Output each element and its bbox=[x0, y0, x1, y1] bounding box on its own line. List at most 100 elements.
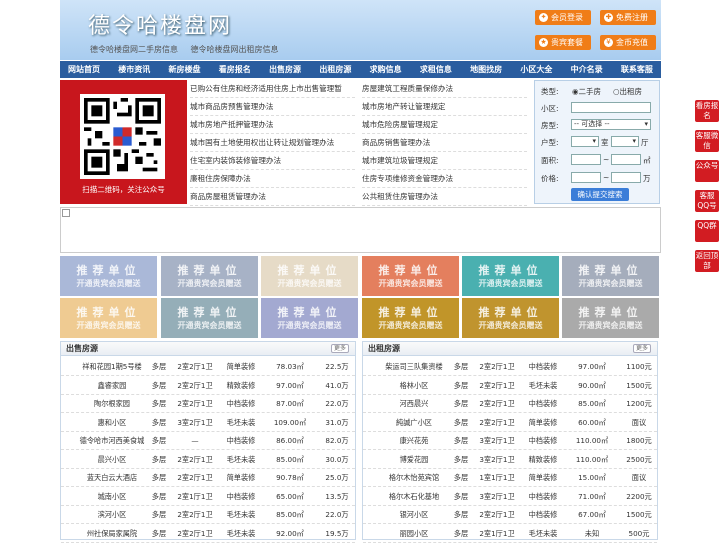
listing-row[interactable]: 康兴花苑 多层 3室2厅1卫 中档装修 110.00㎡ 1800元 bbox=[363, 432, 657, 450]
radio-rental[interactable]: ○出租房 bbox=[613, 86, 642, 97]
recommend-slot[interactable]: 推荐单位 开通贵宾会员赠送 bbox=[562, 298, 659, 338]
district-input[interactable] bbox=[571, 102, 651, 113]
listing-row[interactable]: 純誠广小区 多层 2室2厅1卫 简单装修 60.00㎡ 面议 bbox=[363, 414, 657, 432]
listing-row[interactable]: 格尔木石化基地 多层 3室2厅1卫 中档装修 71.00㎡ 2200元 bbox=[363, 488, 657, 506]
listing-floor-type: 多层 bbox=[151, 362, 167, 371]
policy-link[interactable]: 住宅室内装饰装修管理办法 bbox=[190, 152, 355, 170]
listing-row[interactable]: 博爱花园 多层 3室2厅1卫 精致装修 110.00㎡ 2500元 bbox=[363, 451, 657, 469]
listing-row[interactable]: 格尔木怡苑宾馆 多层 1室1厅1卫 简单装修 15.00㎡ 面议 bbox=[363, 469, 657, 487]
recommend-slot[interactable]: 推荐单位 开通贵宾会员赠送 bbox=[562, 256, 659, 296]
radio-secondhand[interactable]: ◉二手房 bbox=[572, 86, 601, 97]
side-qq-group[interactable]: QQ群 bbox=[695, 220, 719, 242]
listing-row[interactable]: 鑫睿家园 多层 2室2厅1卫 精致装修 97.00㎡ 41.0万 bbox=[61, 377, 355, 395]
listing-row[interactable]: 陶尔根家园 多层 2室2厅1卫 中档装修 87.00㎡ 22.0万 bbox=[61, 395, 355, 413]
policy-link[interactable]: 已购公有住房和经济适用住房上市出售管理暂 bbox=[190, 80, 355, 98]
side-qq[interactable]: 客服QQ号 bbox=[695, 190, 719, 212]
listing-floor-type: 多层 bbox=[151, 454, 167, 464]
nav-agencies[interactable]: 中介名录 bbox=[571, 61, 603, 78]
nav-news[interactable]: 楼市资讯 bbox=[118, 61, 150, 78]
register-button[interactable]: ✚ 免费注册 bbox=[600, 10, 656, 25]
recommend-slot[interactable]: 推荐单位 开通贵宾会员赠送 bbox=[261, 298, 358, 338]
recommend-slot[interactable]: 推荐单位 开通贵宾会员赠送 bbox=[362, 298, 459, 338]
area-max-input[interactable] bbox=[611, 154, 641, 165]
house-type-select[interactable]: -- 可选择 -- ▾ bbox=[571, 119, 651, 130]
side-official-account[interactable]: 公众号 bbox=[695, 160, 719, 182]
recommend-slot[interactable]: 推荐单位 开通贵宾会员赠送 bbox=[462, 256, 559, 296]
listing-area: 110.00㎡ bbox=[575, 436, 609, 445]
listing-row[interactable]: 德令哈市河西美食城 多层 — 中档装修 86.00㎡ 82.0万 bbox=[61, 432, 355, 450]
house-type-label: 房型: bbox=[541, 121, 559, 130]
nav-communities[interactable]: 小区大全 bbox=[520, 61, 552, 78]
rent-more-button[interactable]: 更多 bbox=[633, 344, 651, 353]
banner-image[interactable] bbox=[60, 207, 661, 253]
recommend-subtitle: 开通贵宾会员赠送 bbox=[76, 279, 141, 288]
nav-contact[interactable]: 联系客服 bbox=[621, 61, 653, 78]
secondhand-link[interactable]: 德令哈楼盘网二手房信息 bbox=[90, 45, 178, 54]
listing-floor-type: 多层 bbox=[151, 491, 167, 501]
vip-package-button[interactable]: ★ 贵宾套餐 bbox=[535, 35, 591, 50]
site-logo-title[interactable]: 德令哈楼盘网 bbox=[88, 8, 232, 40]
nav-for-rent[interactable]: 出租房源 bbox=[319, 61, 351, 78]
side-wechat[interactable]: 客服微信 bbox=[695, 130, 719, 152]
nav-viewing-signup[interactable]: 看房报名 bbox=[219, 61, 251, 78]
listing-layout: 3室2厅1卫 bbox=[177, 417, 213, 427]
rental-link[interactable]: 德令哈楼盘网出租房信息 bbox=[191, 45, 279, 54]
recommend-subtitle: 开通贵宾会员赠送 bbox=[277, 321, 342, 330]
listing-row[interactable]: 银河小区 多层 2室2厅1卫 中档装修 67.00㎡ 1500元 bbox=[363, 506, 657, 524]
policy-link[interactable]: 房屋建筑工程质量保修办法 bbox=[362, 80, 527, 98]
nav-for-sale[interactable]: 出售房源 bbox=[269, 61, 301, 78]
policy-link[interactable]: 城市建筑垃圾管理规定 bbox=[362, 152, 527, 170]
policy-link[interactable]: 商品房销售管理办法 bbox=[362, 134, 527, 152]
listing-decoration: 中档装修 bbox=[528, 491, 558, 501]
policy-link[interactable]: 城市危险房屋管理规定 bbox=[362, 116, 527, 134]
qr-caption: 扫描二维码，关注公众号 bbox=[82, 185, 165, 194]
coin-recharge-button[interactable]: ¥ 金币充值 bbox=[600, 35, 656, 50]
policy-link[interactable]: 城市房地产转让管理规定 bbox=[362, 98, 527, 116]
listing-row[interactable]: 晨兴小区 多层 2室2厅1卫 毛坯未装 85.00㎡ 30.0万 bbox=[61, 451, 355, 469]
policy-link[interactable]: 公共租赁住房管理办法 bbox=[362, 188, 527, 206]
price-max-input[interactable] bbox=[611, 172, 641, 183]
listing-layout: 3室2厅1卫 bbox=[479, 436, 515, 445]
hall-select[interactable]: ▾ bbox=[611, 136, 639, 147]
policy-link[interactable]: 廉租住房保障办法 bbox=[190, 170, 355, 188]
listing-row[interactable]: 蓝天白云大酒店 多层 2室2厅1卫 简单装修 90.78㎡ 25.0万 bbox=[61, 469, 355, 487]
nav-home[interactable]: 网站首页 bbox=[68, 61, 100, 78]
nav-wanted-rent[interactable]: 求租信息 bbox=[420, 61, 452, 78]
nav-map[interactable]: 地图找房 bbox=[470, 61, 502, 78]
room-select[interactable]: ▾ bbox=[571, 136, 599, 147]
listing-row[interactable]: 惠和小区 多层 3室2厅1卫 毛坯未装 109.00㎡ 31.0万 bbox=[61, 414, 355, 432]
listing-price: 1500元 bbox=[626, 380, 652, 390]
listing-layout: 3室2厅1卫 bbox=[479, 454, 515, 464]
policy-link[interactable]: 城市商品房预售管理办法 bbox=[190, 98, 355, 116]
login-button[interactable]: ✦ 会员登录 bbox=[535, 10, 591, 25]
listing-row[interactable]: 河西晨兴 多层 2室2厅1卫 中档装修 85.00㎡ 1200元 bbox=[363, 395, 657, 413]
nav-new-homes[interactable]: 新房楼盘 bbox=[169, 61, 201, 78]
policy-link[interactable]: 城市国有土地使用权出让转让规划管理办法 bbox=[190, 134, 355, 152]
area-min-input[interactable] bbox=[571, 154, 601, 165]
recommend-slot[interactable]: 推荐单位 开通贵宾会员赠送 bbox=[60, 256, 157, 296]
listing-floor-type: 多层 bbox=[453, 491, 469, 501]
side-back-to-top[interactable]: 返回顶部 bbox=[695, 250, 719, 272]
recommend-slot[interactable]: 推荐单位 开通贵宾会员赠送 bbox=[462, 298, 559, 338]
listing-row[interactable]: 滨河小区 多层 2室2厅1卫 毛坯未装 85.00㎡ 22.0万 bbox=[61, 506, 355, 524]
recommend-slot[interactable]: 推荐单位 开通贵宾会员赠送 bbox=[161, 256, 258, 296]
recommend-slot[interactable]: 推荐单位 开通贵宾会员赠送 bbox=[60, 298, 157, 338]
policy-link[interactable]: 城市房地产抵押管理办法 bbox=[190, 116, 355, 134]
listing-row[interactable]: 格林小区 多层 2室2厅1卫 毛坯未装 90.00㎡ 1500元 bbox=[363, 377, 657, 395]
search-submit-button[interactable]: 确认提交搜索 bbox=[571, 188, 629, 201]
side-viewing-signup[interactable]: 看房报名 bbox=[695, 100, 719, 122]
sale-more-button[interactable]: 更多 bbox=[331, 344, 349, 353]
listing-row[interactable]: 城南小区 多层 2室1厅1卫 中档装修 65.00㎡ 13.5万 bbox=[61, 488, 355, 506]
recommend-slot[interactable]: 推荐单位 开通贵宾会员赠送 bbox=[261, 256, 358, 296]
recommend-slot[interactable]: 推荐单位 开通贵宾会员赠送 bbox=[362, 256, 459, 296]
policy-link[interactable]: 商品房屋租赁管理办法 bbox=[190, 188, 355, 206]
recommend-slot[interactable]: 推荐单位 开通贵宾会员赠送 bbox=[161, 298, 258, 338]
price-min-input[interactable] bbox=[571, 172, 601, 183]
listing-row[interactable]: 祥和花园1期5号楼 多层 2室2厅1卫 简单装修 78.03㎡ 22.5万 bbox=[61, 358, 355, 376]
listing-row[interactable]: 柴运司三队集资楼 多层 2室2厅1卫 中档装修 97.00㎡ 1100元 bbox=[363, 358, 657, 376]
nav-wanted-buy[interactable]: 求购信息 bbox=[370, 61, 402, 78]
chevron-down-icon: ▾ bbox=[644, 120, 648, 128]
policy-link[interactable]: 住房专项维修资金管理办法 bbox=[362, 170, 527, 188]
listing-floor-type: 多层 bbox=[453, 417, 469, 427]
listing-layout: 2室2厅1卫 bbox=[177, 399, 213, 408]
